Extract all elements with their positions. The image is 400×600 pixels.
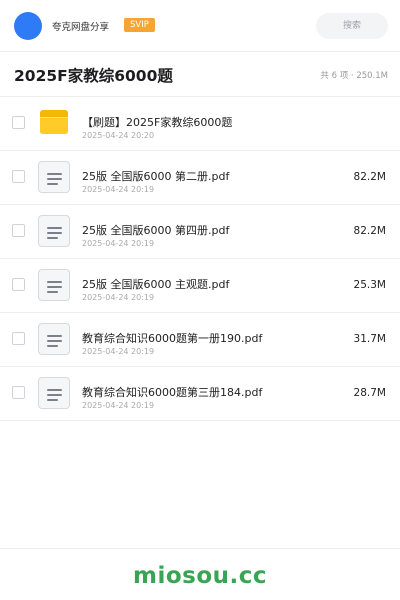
folder-icon: [40, 110, 68, 134]
list-item[interactable]: 25版 全国版6000 主观题.pdf 2025-04-24 20:19 25.…: [0, 259, 400, 313]
file-size: 82.2M: [353, 171, 386, 183]
select-checkbox[interactable]: [12, 170, 25, 183]
watermark: miosou.cc: [132, 563, 268, 589]
top-bar: 夸克网盘分享 SVIP 搜索: [0, 0, 400, 52]
select-checkbox[interactable]: [12, 278, 25, 291]
file-size: 82.2M: [353, 225, 386, 237]
file-date: 2025-04-24 20:19: [82, 185, 155, 194]
file-name: 【刷题】2025F家教综6000题: [82, 116, 233, 129]
svip-badge: SVIP: [124, 18, 155, 32]
footer-divider: [0, 548, 400, 549]
search-input[interactable]: 搜索: [316, 13, 388, 39]
file-size: 25.3M: [353, 279, 386, 291]
list-item[interactable]: 【刷题】2025F家教综6000题 2025-04-24 20:20: [0, 97, 400, 151]
document-icon: [38, 269, 70, 301]
list-item[interactable]: 25版 全国版6000 第二册.pdf 2025-04-24 20:19 82.…: [0, 151, 400, 205]
list-item[interactable]: 教育综合知识6000题第三册184.pdf 2025-04-24 20:19 2…: [0, 367, 400, 421]
file-name: 25版 全国版6000 第四册.pdf: [82, 224, 230, 237]
file-size: 28.7M: [353, 387, 386, 399]
file-list: 【刷题】2025F家教综6000题 2025-04-24 20:20 25版 全…: [0, 96, 400, 421]
page-title: 2025F家教综6000题: [14, 67, 173, 85]
sharer-name: 夸克网盘分享: [52, 22, 110, 33]
folder-summary: 共 6 项 · 250.1M: [320, 71, 388, 81]
file-name: 25版 全国版6000 主观题.pdf: [82, 278, 230, 291]
list-item[interactable]: 教育综合知识6000题第一册190.pdf 2025-04-24 20:19 3…: [0, 313, 400, 367]
select-checkbox[interactable]: [12, 224, 25, 237]
file-size: 31.7M: [353, 333, 386, 345]
document-icon: [38, 215, 70, 247]
file-date: 2025-04-24 20:19: [82, 293, 155, 302]
document-icon: [38, 377, 70, 409]
select-checkbox[interactable]: [12, 116, 25, 129]
file-date: 2025-04-24 20:19: [82, 401, 155, 410]
file-date: 2025-04-24 20:19: [82, 239, 155, 248]
document-icon: [38, 323, 70, 355]
select-checkbox[interactable]: [12, 332, 25, 345]
file-name: 教育综合知识6000题第一册190.pdf: [82, 332, 263, 345]
file-name: 教育综合知识6000题第三册184.pdf: [82, 386, 263, 399]
file-name: 25版 全国版6000 第二册.pdf: [82, 170, 230, 183]
document-icon: [38, 161, 70, 193]
list-item[interactable]: 25版 全国版6000 第四册.pdf 2025-04-24 20:19 82.…: [0, 205, 400, 259]
file-date: 2025-04-24 20:20: [82, 131, 155, 140]
select-checkbox[interactable]: [12, 386, 25, 399]
file-date: 2025-04-24 20:19: [82, 347, 155, 356]
avatar[interactable]: [14, 12, 42, 40]
